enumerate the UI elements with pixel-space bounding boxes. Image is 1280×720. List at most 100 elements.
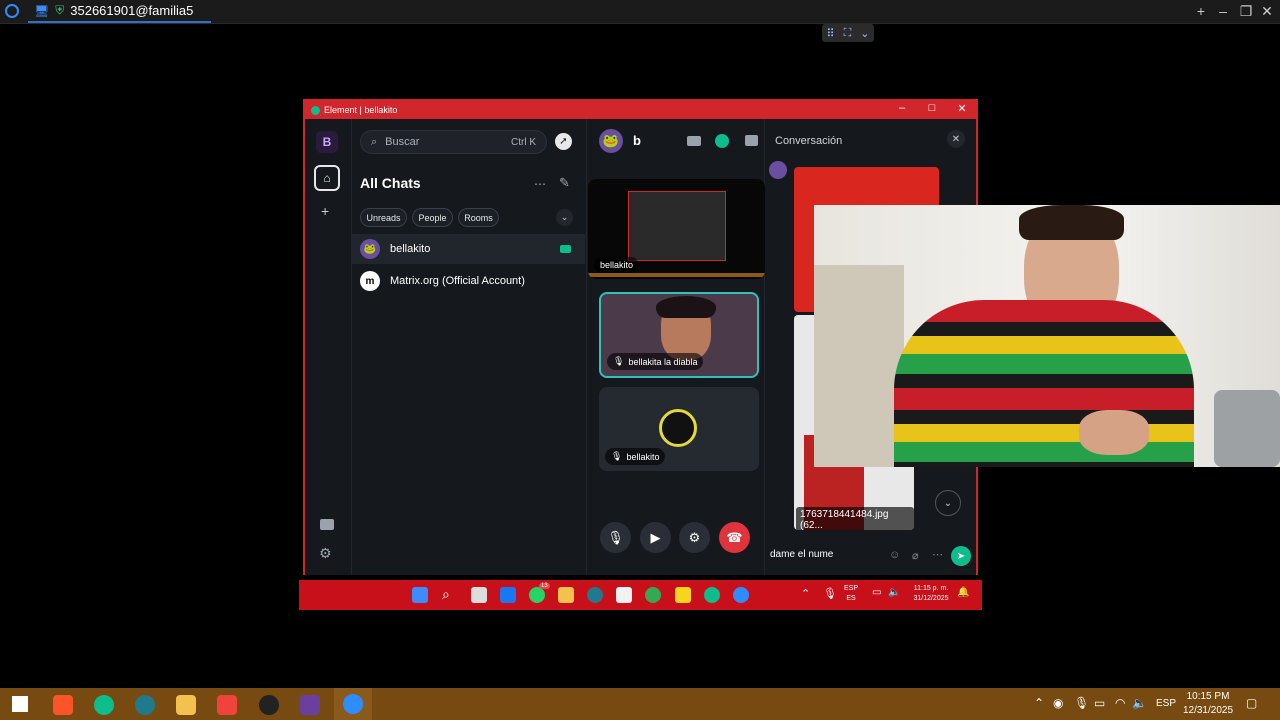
wifi-icon[interactable]: ◠ bbox=[1115, 696, 1125, 710]
more-options-icon[interactable]: ⋯ bbox=[534, 177, 546, 191]
video-call-icon bbox=[560, 245, 571, 253]
minimize-button[interactable]: – bbox=[1214, 3, 1232, 19]
tray-lang[interactable]: ESP ES bbox=[844, 584, 858, 604]
attachment-filename: 1763718441484.jpg (62... bbox=[796, 507, 914, 530]
shared-screen-thumbnail bbox=[628, 191, 726, 261]
filter-unreads[interactable]: Unreads bbox=[360, 208, 407, 227]
session-tab[interactable]: 🖥 ⛨ 352661901@familia5 bbox=[28, 0, 211, 23]
maximize-button[interactable]: □ bbox=[922, 102, 942, 114]
new-tab-button[interactable]: + bbox=[1192, 3, 1210, 19]
room-item-bellakito[interactable]: 🐸 bellakito bbox=[352, 234, 585, 264]
sticky-notes-icon[interactable] bbox=[675, 587, 691, 603]
room-avatar: m bbox=[360, 271, 380, 291]
message-composer-text[interactable]: dame el nume bbox=[770, 549, 833, 560]
mute-microphone-button[interactable]: 🎙 bbox=[600, 522, 631, 553]
attachment-icon[interactable]: ⌀ bbox=[912, 549, 919, 562]
tray-lang[interactable]: ESP bbox=[1156, 698, 1176, 709]
notification-center-icon[interactable]: ▢ bbox=[1246, 696, 1257, 710]
file-explorer-icon[interactable] bbox=[558, 587, 574, 603]
call-settings-button[interactable]: ⚙ bbox=[679, 522, 710, 553]
element-app-icon[interactable] bbox=[94, 695, 114, 715]
whatsapp-badge: 13 bbox=[539, 583, 550, 589]
battery-icon[interactable]: ▭ bbox=[1094, 696, 1105, 710]
close-button[interactable]: ✕ bbox=[952, 102, 972, 115]
emoji-icon[interactable]: ☺ bbox=[889, 549, 900, 561]
home-button[interactable]: ⌂ bbox=[314, 165, 340, 191]
local-taskbar: ⌃ ◉ 🎙 ▭ ◠ 🔈 ESP 10:15 PM 12/31/2025 ▢ bbox=[0, 688, 1280, 720]
video-tile-bellakito[interactable]: 🎙 bellakito bbox=[599, 387, 759, 471]
home-icon: ⌂ bbox=[323, 171, 331, 185]
explore-rooms-compass-icon[interactable]: ➚ bbox=[555, 133, 572, 150]
remote-desktop-icon[interactable] bbox=[733, 587, 749, 603]
photos-icon[interactable] bbox=[300, 695, 320, 715]
filters-chevron-down-icon[interactable]: ⌄ bbox=[556, 209, 573, 226]
send-button[interactable]: ➤ bbox=[951, 546, 971, 566]
threads-icon[interactable] bbox=[320, 519, 334, 530]
video-icon[interactable] bbox=[687, 136, 701, 146]
fullscreen-icon[interactable]: ⛶ bbox=[844, 27, 852, 40]
hang-up-button[interactable]: ☎ bbox=[719, 522, 750, 553]
user-avatar[interactable]: B bbox=[316, 131, 338, 153]
filter-people[interactable]: People bbox=[412, 208, 453, 227]
comet-browser-icon[interactable] bbox=[587, 587, 603, 603]
remote-desktop-active-icon[interactable] bbox=[334, 688, 372, 720]
whatsapp-icon[interactable] bbox=[529, 587, 545, 603]
chrome-icon[interactable] bbox=[645, 587, 661, 603]
room-item-matrix[interactable]: m Matrix.org (Official Account) bbox=[352, 266, 585, 296]
filter-rooms[interactable]: Rooms bbox=[458, 208, 499, 227]
shield-icon: ⛨ bbox=[55, 3, 65, 17]
drag-handle-icon[interactable]: ⠿ bbox=[827, 27, 835, 40]
start-windows-icon[interactable] bbox=[412, 587, 428, 603]
webcam-overlay[interactable] bbox=[814, 205, 1280, 467]
toggle-video-button[interactable]: ▶ bbox=[640, 522, 671, 553]
room-avatar: 🐸 bbox=[360, 239, 380, 259]
participant-label: 🎙 bellakita la diabla bbox=[607, 353, 704, 370]
tray-microphone-icon[interactable]: 🎙 bbox=[1074, 696, 1089, 710]
chevron-down-icon[interactable]: ⌄ bbox=[860, 27, 869, 40]
tray-chevron-up-icon[interactable]: ⌃ bbox=[801, 587, 810, 600]
settings-gear-icon[interactable]: ⚙ bbox=[319, 545, 332, 562]
add-space-button[interactable]: + bbox=[321, 203, 329, 219]
brave-icon[interactable] bbox=[53, 695, 73, 715]
volume-icon[interactable]: 🔈 bbox=[888, 587, 900, 598]
notification-bell-icon[interactable]: 🔔 bbox=[957, 587, 969, 598]
tray-clock[interactable]: 11:15 p. m. 31/12/2025 bbox=[909, 584, 953, 604]
obs-icon[interactable] bbox=[259, 695, 279, 715]
thread-title: Conversación bbox=[775, 135, 843, 147]
room-list-panel: ⌕ Buscar Ctrl K ➚ All Chats ⋯ ✎ Unreads … bbox=[352, 119, 587, 575]
search-icon[interactable]: ⌕ bbox=[442, 586, 450, 603]
element-app-icon[interactable] bbox=[704, 587, 720, 603]
shared-screen-bottom-strip bbox=[588, 273, 765, 277]
store-icon[interactable] bbox=[616, 587, 632, 603]
tray-microphone-icon[interactable]: 🎙 bbox=[823, 587, 837, 600]
file-explorer-icon[interactable] bbox=[176, 695, 196, 715]
start-windows-icon[interactable] bbox=[12, 696, 28, 712]
restore-button[interactable]: ❐ bbox=[1237, 3, 1255, 20]
compose-icon[interactable]: ✎ bbox=[559, 175, 570, 191]
video-tile-bellakita[interactable]: 🎙 bellakita la diabla bbox=[599, 292, 759, 378]
room-name: Matrix.org (Official Account) bbox=[390, 275, 525, 287]
participant-avatar bbox=[659, 409, 697, 447]
close-thread-button[interactable]: ✕ bbox=[947, 130, 965, 148]
app-logo-icon bbox=[5, 4, 19, 18]
close-button[interactable]: ✕ bbox=[1258, 3, 1276, 20]
minimize-button[interactable]: – bbox=[892, 102, 912, 114]
participant-hair bbox=[656, 296, 716, 318]
tray-time: 10:15 PM bbox=[1186, 691, 1230, 702]
tray-chevron-up-icon[interactable]: ⌃ bbox=[1034, 696, 1044, 710]
search-input[interactable]: ⌕ Buscar Ctrl K bbox=[360, 130, 547, 154]
facebook-icon[interactable] bbox=[500, 587, 516, 603]
anydesk-icon[interactable] bbox=[217, 695, 237, 715]
remote-toolbar[interactable]: ⠿ ⛶ ⌄ bbox=[822, 24, 874, 42]
comet-browser-icon[interactable] bbox=[135, 695, 155, 715]
screenshare-tile[interactable]: bellakito bbox=[588, 179, 765, 279]
tray-app-icon[interactable]: ◉ bbox=[1053, 696, 1063, 710]
more-options-icon[interactable]: ⋯ bbox=[932, 548, 943, 561]
threads-icon[interactable] bbox=[745, 135, 758, 146]
task-view-icon[interactable] bbox=[471, 587, 487, 603]
volume-icon[interactable]: 🔈 bbox=[1132, 696, 1147, 710]
network-icon[interactable]: ▭ bbox=[872, 587, 881, 598]
jump-to-bottom-button[interactable]: ⌄ bbox=[935, 490, 961, 516]
call-chat-icon[interactable] bbox=[715, 134, 729, 148]
tray-clock[interactable]: 10:15 PM 12/31/2025 bbox=[1180, 690, 1236, 718]
